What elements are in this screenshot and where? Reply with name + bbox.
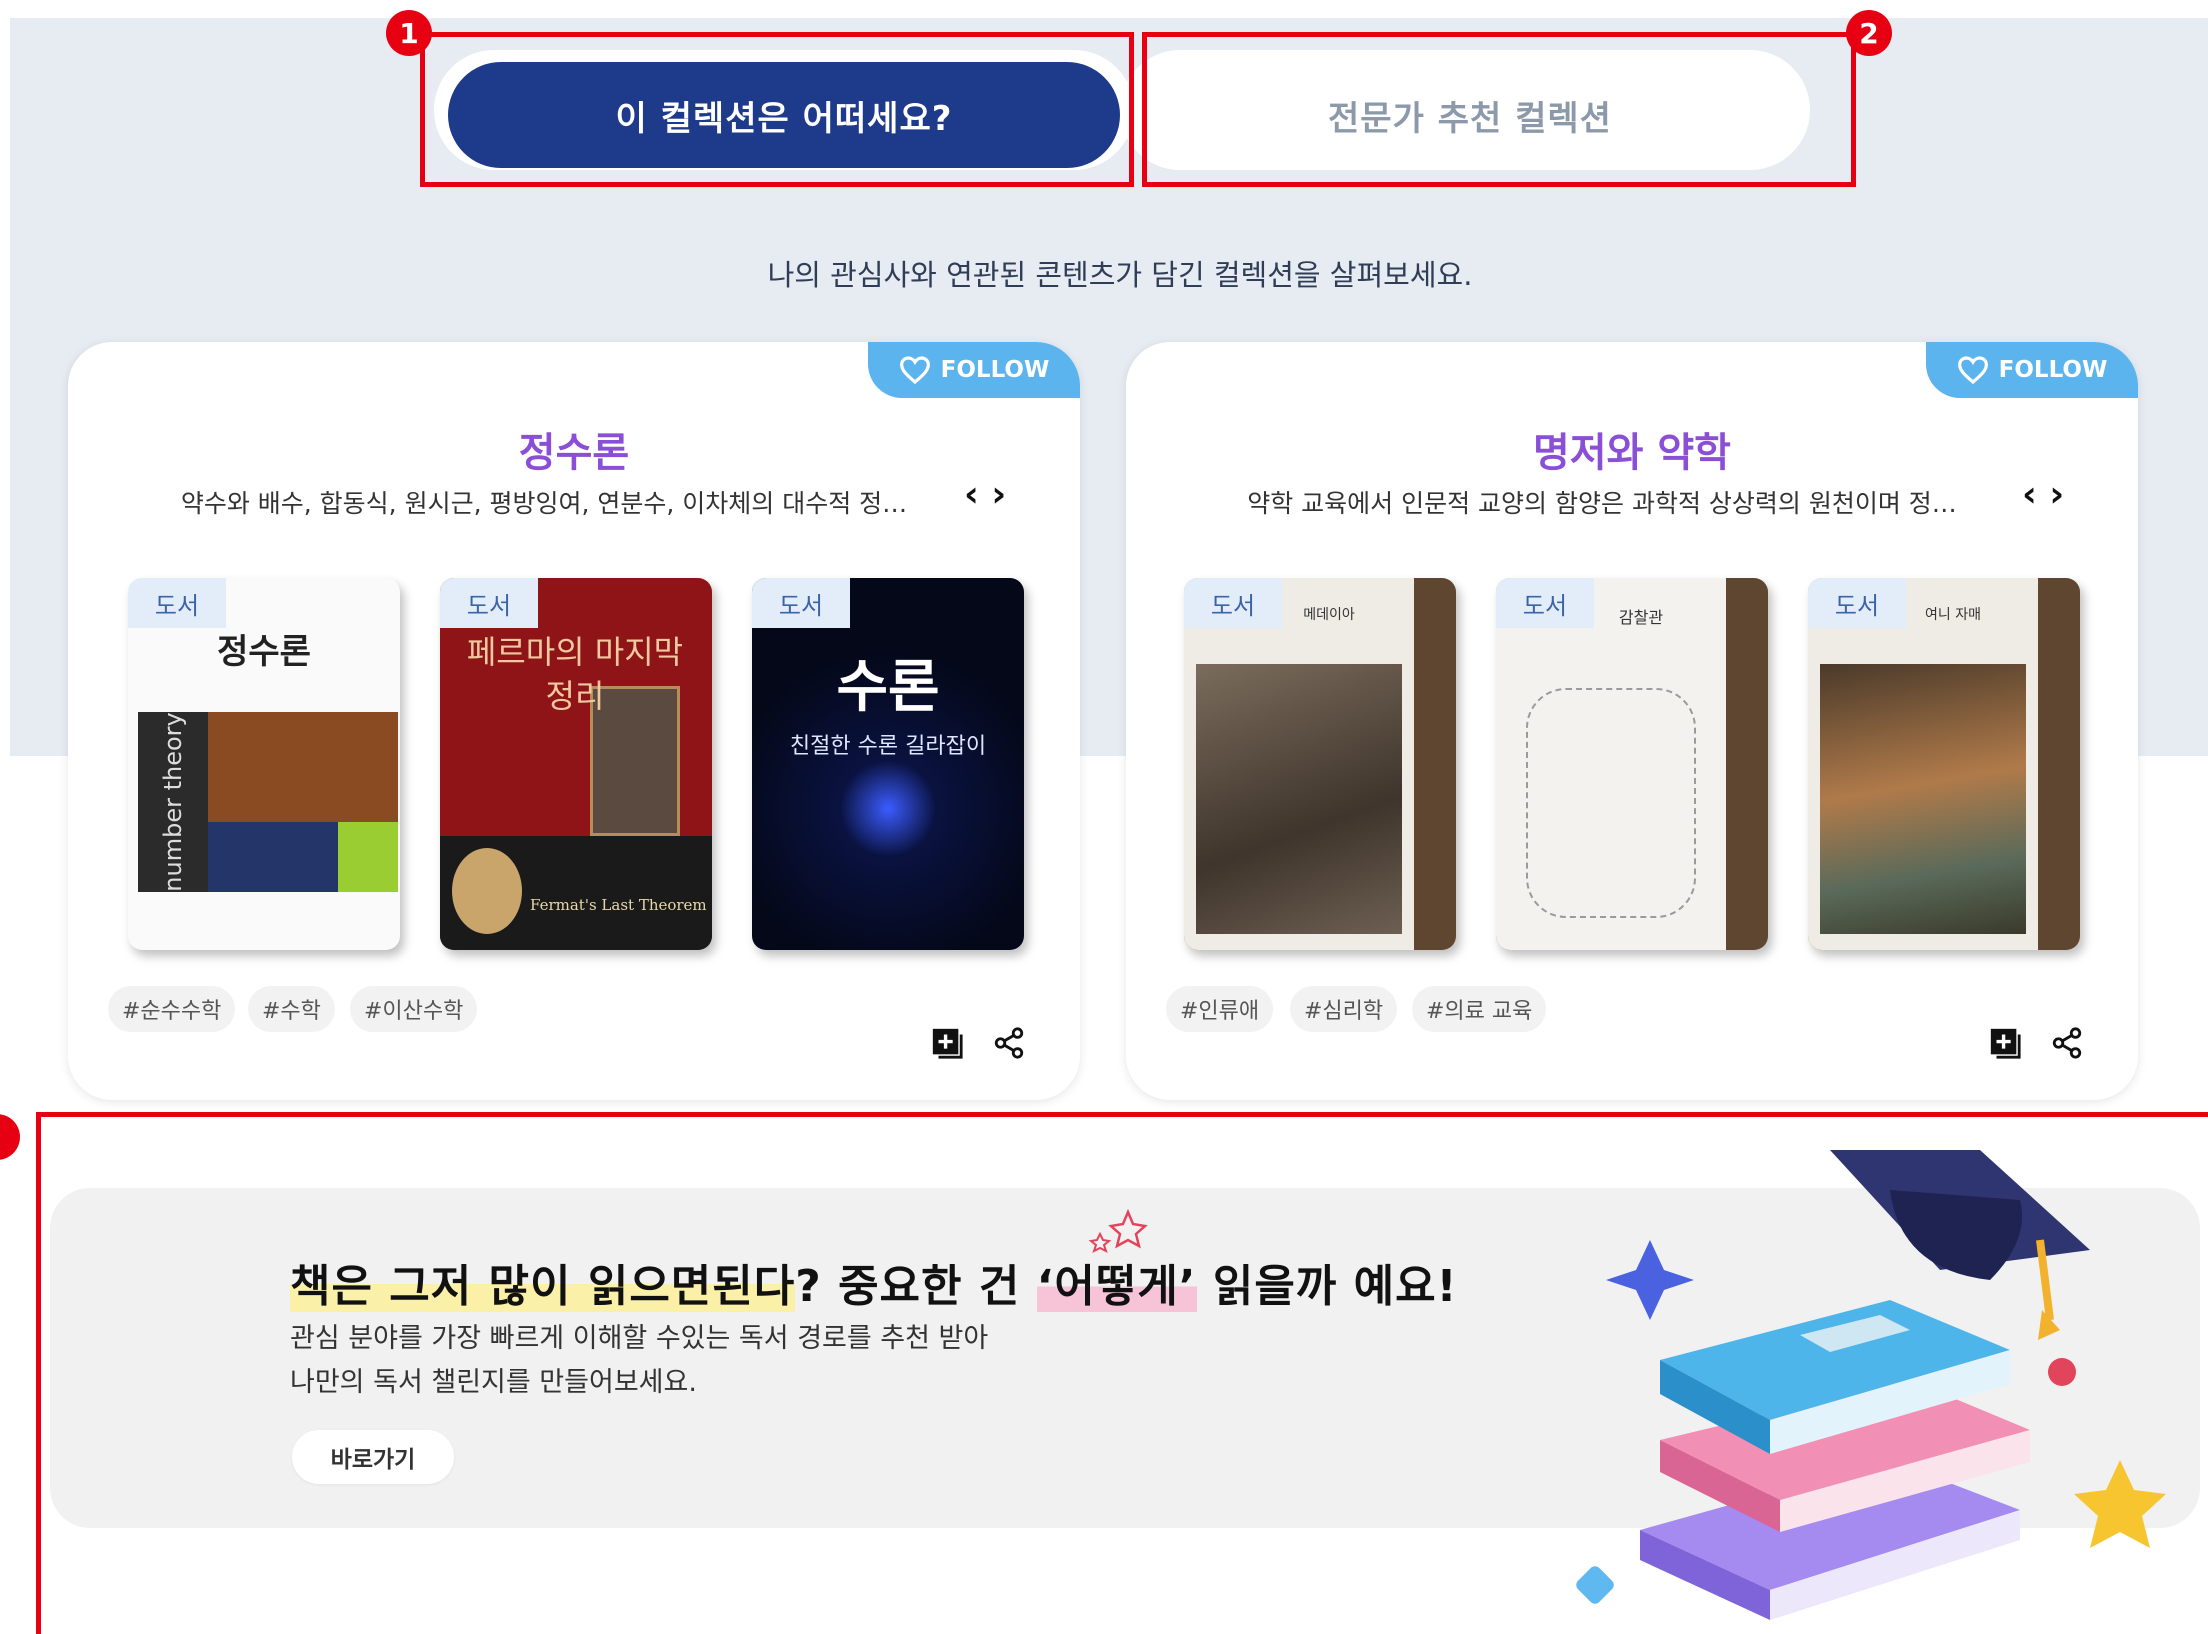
book-cover-title: 페르마의 마지막 정리 <box>466 633 684 715</box>
card-tag[interactable]: #이산수학 <box>350 986 478 1032</box>
book-cover[interactable]: 도서 여니 자매 <box>1808 578 2080 950</box>
share-icon[interactable] <box>992 1026 1026 1060</box>
card-actions <box>930 1026 1026 1060</box>
book-cover-art <box>1526 688 1696 918</box>
add-to-collection-icon[interactable] <box>1988 1026 2022 1060</box>
book-cover[interactable]: 도서 감찰관 <box>1496 578 1768 950</box>
go-button[interactable]: 바로가기 <box>292 1430 454 1484</box>
book-cover-art <box>452 848 522 934</box>
add-to-collection-icon[interactable] <box>930 1026 964 1060</box>
book-cover-title: 정수론 <box>217 632 311 672</box>
banner-description-line: 관심 분야를 가장 빠르게 이해할 수있는 독서 경로를 추천 받아 <box>290 1323 989 1354</box>
books-graduation-illustration <box>1576 1150 2166 1620</box>
share-icon[interactable] <box>2050 1026 2084 1060</box>
banner-headline-part: ‘어떻게’ <box>1036 1261 1197 1312</box>
card-actions <box>1988 1026 2084 1060</box>
book-cover[interactable]: 도서 수론 친절한 수론 길라잡이 <box>752 578 1024 950</box>
book-cover[interactable]: 도서 페르마의 마지막 정리 Fermat's Last Theorem <box>440 578 712 950</box>
book-type-badge: 도서 <box>440 578 538 628</box>
follow-label: FOLLOW <box>940 357 1050 383</box>
card-title: 정수론 <box>518 430 630 476</box>
heart-icon <box>899 356 930 385</box>
follow-button[interactable]: FOLLOW <box>868 342 1080 398</box>
card-description: 약수와 배수, 합동식, 원시근, 평방잉여, 연분수, 이차체의 대수적 정… <box>180 489 908 518</box>
card-tag[interactable]: #심리학 <box>1290 986 1398 1032</box>
banner-headline: 책은 그저 많이 읽으면된다? 중요한 건 ‘어떻게’ 읽을까 예요! <box>290 1250 1458 1314</box>
card-tag[interactable]: #의료 교육 <box>1412 986 1547 1032</box>
banner-headline-part: 책은 그저 많이 읽으면된다 <box>290 1261 796 1312</box>
book-cover-subtitle: Fermat's Last Theorem <box>530 896 707 914</box>
follow-button[interactable]: FOLLOW <box>1926 342 2138 398</box>
annotation-box-2 <box>1142 32 1856 187</box>
book-type-badge: 도서 <box>752 578 850 628</box>
book-cover-art <box>208 712 398 822</box>
collection-card-pharmacy-classics[interactable]: FOLLOW 명저와 약학 약학 교육에서 인문적 교양의 함양은 과학적 상상… <box>1126 342 2138 1100</box>
card-description: 약학 교육에서 인문적 교양의 함양은 과학적 상상력의 원천이며 정… <box>1247 489 1957 518</box>
heart-icon <box>1957 356 1988 385</box>
card-nav-arrows[interactable]: ‹ › <box>2022 474 2064 515</box>
book-cover-title: 수론 <box>836 655 940 720</box>
book-cover-subtitle: number theory <box>159 712 187 892</box>
card-title: 명저와 약학 <box>1533 430 1731 476</box>
collection-card-number-theory[interactable]: FOLLOW 정수론 약수와 배수, 합동식, 원시근, 평방잉여, 연분수, … <box>68 342 1080 1100</box>
chevron-right-icon[interactable]: › <box>2049 474 2064 515</box>
book-cover[interactable]: 도서 메데이아 <box>1184 578 1456 950</box>
annotation-marker-1: 1 <box>386 10 432 56</box>
book-type-badge: 도서 <box>128 578 226 628</box>
annotation-marker-3 <box>0 1114 20 1160</box>
book-cover-art <box>1820 664 2026 934</box>
annotation-marker-2: 2 <box>1846 10 1892 56</box>
banner-headline-part: 읽을까 예요! <box>1196 1261 1458 1312</box>
book-type-badge: 도서 <box>1496 578 1594 628</box>
book-cover-subtitle: 친절한 수론 길라잡이 <box>789 734 987 759</box>
banner-description-line: 나만의 독서 챌린지를 만들어보세요. <box>290 1367 697 1398</box>
chevron-right-icon[interactable]: › <box>991 474 1006 515</box>
card-nav-arrows[interactable]: ‹ › <box>964 474 1006 515</box>
book-type-badge: 도서 <box>1184 578 1282 628</box>
section-subtitle: 나의 관심사와 연관된 콘텐츠가 담긴 컬렉션을 살펴보세요. <box>767 258 1473 292</box>
book-cover-art <box>338 822 398 892</box>
chevron-left-icon[interactable]: ‹ <box>964 474 979 515</box>
book-type-badge: 도서 <box>1808 578 1906 628</box>
chevron-left-icon[interactable]: ‹ <box>2022 474 2037 515</box>
book-cover-art <box>1196 664 1402 934</box>
card-tag[interactable]: #순수수학 <box>108 986 236 1032</box>
book-cover-art <box>208 822 338 892</box>
banner-headline-part: ? 중요한 건 <box>795 1261 1037 1312</box>
follow-label: FOLLOW <box>1998 357 2108 383</box>
card-tag[interactable]: #수학 <box>248 986 335 1032</box>
sparkle-doodle-icon <box>1088 1208 1148 1253</box>
annotation-box-1 <box>420 32 1134 187</box>
card-tag[interactable]: #인류애 <box>1166 986 1274 1032</box>
book-cover[interactable]: 도서 정수론 number theory <box>128 578 400 950</box>
